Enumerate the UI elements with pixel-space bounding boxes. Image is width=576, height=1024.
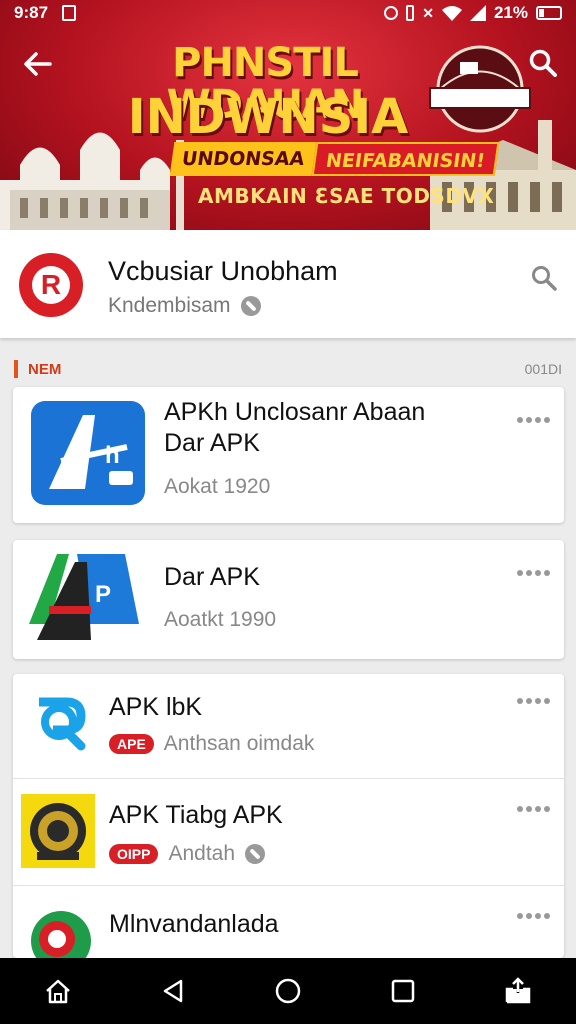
wifi-icon <box>441 6 462 21</box>
app-icon <box>31 911 91 958</box>
store-title: Vcbusiar Unobham <box>108 256 338 286</box>
more-options-icon[interactable] <box>517 806 550 812</box>
app-title: Mlnvandanlada <box>109 910 279 938</box>
app-title: APK Tiabg APK <box>109 801 283 829</box>
app-row[interactable]: APK lbK APE Anthsan oimdak <box>13 674 564 779</box>
app-subtitle: Anthsan oimdak <box>163 732 315 755</box>
app-card[interactable]: P Dar APK Aoatkt 1990 <box>13 540 564 659</box>
section-count: 001DI <box>524 361 562 377</box>
verified-icon <box>245 844 266 864</box>
banner-ribbon-left: UNDONSAA <box>169 142 317 176</box>
app-title: Dar APK <box>164 563 260 591</box>
battery-icon <box>536 6 562 20</box>
app-title: APK lbK <box>109 693 203 721</box>
app-row[interactable]: Mlnvandanlada <box>13 887 564 958</box>
app-subtitle-row: OIPP Andtah <box>109 842 266 866</box>
promo-banner[interactable]: PHNSTIL WDAUAN INDWNSIA UNDONSAA NEIFABA… <box>0 0 576 230</box>
share-icon[interactable] <box>498 971 538 1011</box>
notification-icon <box>62 5 77 21</box>
app-icon: P <box>29 554 139 640</box>
alarm-icon <box>384 6 399 20</box>
battery-percent: 21% <box>493 3 528 22</box>
banner-search-icon[interactable] <box>528 48 558 83</box>
store-subtitle-row: Kndembisam <box>108 294 261 318</box>
svg-text:h: h <box>105 442 120 469</box>
banner-tagline: AMBKAIN ƐSAE TODSDVX <box>198 184 495 208</box>
verified-icon <box>240 296 261 316</box>
app-title-line2: Dar APK <box>164 429 260 457</box>
svg-text:P: P <box>95 581 111 608</box>
more-options-icon[interactable] <box>517 698 550 704</box>
store-header: R Vcbusiar Unobham Kndembisam <box>0 230 576 338</box>
app-list-card: APK lbK APE Anthsan oimdak APK Tiabg APK… <box>13 674 564 958</box>
app-subtitle: Aoatkt 1990 <box>164 608 277 631</box>
app-icon <box>21 794 95 868</box>
back-arrow-icon[interactable] <box>22 48 54 86</box>
nav-back-icon[interactable] <box>153 971 193 1011</box>
banner-ribbon: UNDONSAA NEIFABANISIN! <box>169 142 500 176</box>
banner-ribbon-right: NEIFABANISIN! <box>311 142 500 176</box>
status-time: 9:87 <box>14 3 49 22</box>
home-icon[interactable] <box>38 971 78 1011</box>
app-row[interactable]: APK Tiabg APK OIPP Andtah <box>13 780 564 886</box>
section-accent-bar <box>14 360 18 378</box>
more-options-icon[interactable] <box>517 913 550 919</box>
mute-icon: ✕ <box>422 4 434 21</box>
app-subtitle-row: APE Anthsan oimdak <box>109 732 314 756</box>
section-header: NEM 001DI <box>14 358 562 380</box>
app-title: APKh Unclosanr Abaan Dar APK <box>164 397 425 459</box>
app-subtitle: Aokat 1920 <box>164 475 271 498</box>
store-subtitle: Kndembisam <box>108 294 231 317</box>
system-nav-bar <box>0 958 576 1024</box>
banner-headline-large: INDWNSIA <box>127 89 409 145</box>
app-card[interactable]: a h APKh Unclosanr Abaan Dar APK Aokat 1… <box>13 387 564 523</box>
recents-icon[interactable] <box>383 971 423 1011</box>
app-icon <box>39 697 86 751</box>
app-badge: OIPP <box>109 844 159 864</box>
vibrate-icon <box>406 5 415 21</box>
more-options-icon[interactable] <box>517 417 550 423</box>
status-bar: 9:87 ✕ 21% <box>0 0 576 26</box>
store-logo-letter: R <box>32 266 70 304</box>
app-icon: a h <box>31 401 145 505</box>
app-subtitle: Andtah <box>168 842 236 865</box>
app-badge: APE <box>109 734 154 754</box>
section-label: NEM <box>28 361 62 378</box>
more-options-icon[interactable] <box>517 570 550 576</box>
header-search-icon[interactable] <box>530 264 558 297</box>
app-title-line1: APKh Unclosanr Abaan <box>164 398 426 426</box>
signal-icon <box>469 5 486 21</box>
store-logo: R <box>19 253 83 317</box>
banner-globe-badge <box>429 45 531 133</box>
nav-home-circle-icon[interactable] <box>268 971 308 1011</box>
svg-text:a: a <box>67 457 82 490</box>
